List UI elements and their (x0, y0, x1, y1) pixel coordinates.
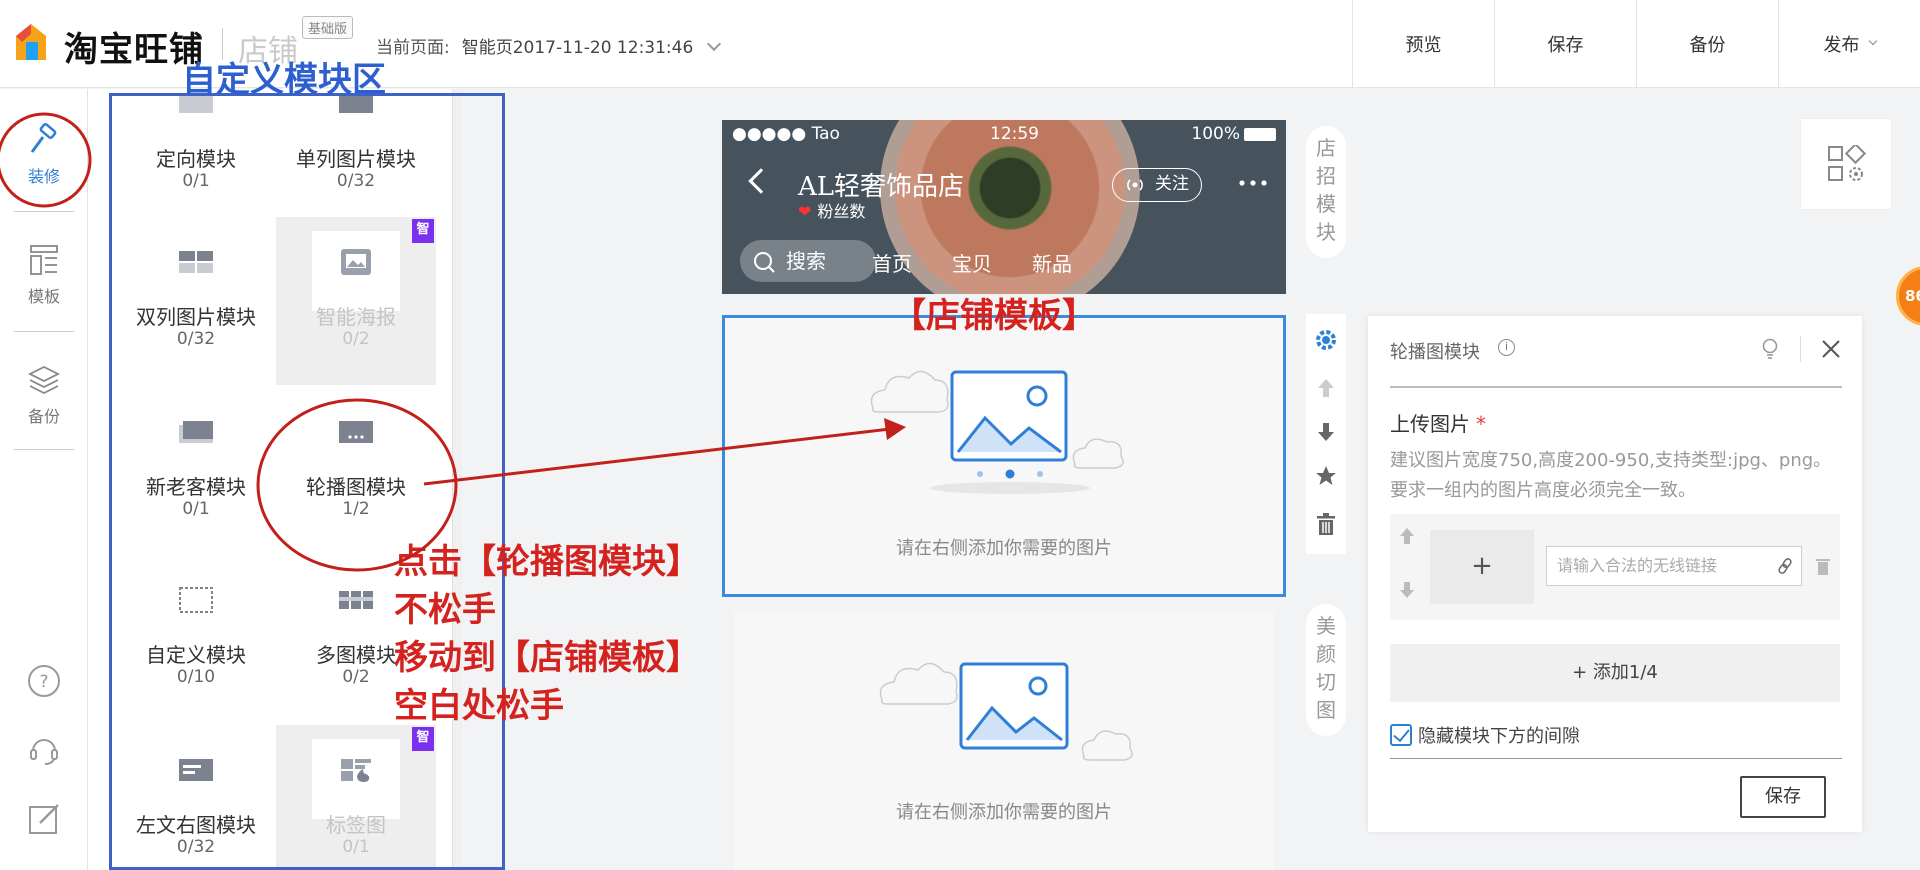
instruction-line: 点击【轮播图模块】 (394, 542, 700, 582)
edition-badge: 基础版 (302, 16, 354, 39)
custom-module-area-highlight (109, 93, 505, 870)
phone-tab-home[interactable]: 首页 (872, 248, 912, 277)
back-arrow-icon[interactable] (748, 168, 774, 194)
current-page-selector[interactable]: 当前页面: 智能页2017-11-20 12:31:46 (376, 33, 722, 58)
beauty-cut-tab[interactable]: 美颜切图 (1306, 604, 1346, 736)
broadcast-icon (1127, 179, 1143, 191)
rail-label-template: 模板 (27, 287, 60, 306)
carousel-settings-panel: 轮播图模块 i 上传图片 * 建议图片宽度750,高度200-950,支持类型:j… (1368, 316, 1862, 832)
image-placeholder-icon (870, 370, 1124, 494)
phone-status-bar: ●●●●● Tao 12:59 100% (732, 124, 1276, 146)
image-upload-row: + 请输入合法的无线链接 (1390, 514, 1840, 620)
template-icon (30, 245, 58, 275)
trash-icon[interactable] (1814, 556, 1832, 576)
panel-title: 轮播图模块 (1390, 342, 1480, 363)
star-icon[interactable] (1314, 464, 1338, 488)
custom-module-area-label: 自定义模块区 (182, 60, 386, 100)
top-actions: 预览 保存 备份 发布 (1352, 0, 1920, 88)
upload-image-label: 上传图片 * (1390, 412, 1486, 436)
upload-guidelines: 建议图片宽度750,高度200-950,支持类型:jpg、png。要求一组内的图… (1390, 450, 1832, 501)
instruction-line: 空白处松手 (394, 686, 564, 726)
svg-text:?: ? (39, 672, 48, 692)
rail-divider (14, 449, 74, 450)
panel-divider (1390, 758, 1842, 759)
add-image-button[interactable]: + (1430, 530, 1534, 604)
rail-item-decorate[interactable]: 装修 (0, 123, 88, 187)
carousel-slot[interactable]: 请在右侧添加你需要的图片 (734, 612, 1274, 870)
save-button[interactable]: 保存 (1494, 0, 1636, 88)
shop-banner-image (880, 120, 1140, 294)
hammer-icon (30, 123, 57, 153)
hide-gap-option[interactable]: 隐藏模块下方的间隙 (1390, 722, 1580, 748)
slot-hint: 请在右侧添加你需要的图片 (896, 538, 1112, 559)
rail-item-template[interactable]: 模板 (0, 243, 88, 307)
checkbox-checked-icon[interactable] (1390, 724, 1412, 746)
add-image-slot-button[interactable]: + 添加1/4 (1390, 644, 1840, 702)
floating-assistant-badge[interactable]: 86 (1896, 266, 1920, 326)
rail-item-backup[interactable]: 备份 (0, 363, 88, 427)
info-icon[interactable]: i (1498, 339, 1515, 356)
rail-divider (14, 211, 74, 212)
gear-icon[interactable] (1314, 328, 1338, 352)
grid-settings-icon (1828, 145, 1867, 181)
layers-icon (27, 365, 61, 395)
store-sign-preview[interactable]: ●●●●● Tao 12:59 100% AL轻奢饰品店 ❤ 粉丝数 关注 搜索 … (722, 120, 1286, 294)
publish-button[interactable]: 发布 (1778, 0, 1920, 88)
battery-icon (1244, 127, 1276, 141)
slot-hint: 请在右侧添加你需要的图片 (896, 802, 1112, 823)
store-template-label: 【店铺模板】 (892, 296, 1096, 336)
battery-indicator: 100% (1191, 124, 1276, 144)
more-icon[interactable] (1238, 180, 1268, 186)
drag-instructions: 点击【轮播图模块】 不松手 移动到【店铺模板】 空白处松手 (394, 538, 700, 730)
side-tab-label: 美颜切图 (1316, 614, 1336, 722)
side-tab-label: 店招模块 (1316, 136, 1336, 244)
backup-button[interactable]: 备份 (1636, 0, 1778, 88)
current-page-value: 智能页2017-11-20 12:31:46 (461, 38, 694, 58)
trash-icon[interactable] (1314, 512, 1338, 536)
chevron-down-icon (1868, 36, 1877, 46)
instruction-line: 移动到【店铺模板】 (394, 638, 700, 678)
headset-icon[interactable] (26, 731, 62, 767)
move-down-icon[interactable] (1314, 420, 1338, 444)
fans-count: ❤ 粉丝数 (798, 202, 866, 221)
panel-header-divider (1800, 336, 1801, 362)
chevron-down-icon[interactable] (707, 36, 722, 52)
phone-tab-new[interactable]: 新品 (1032, 248, 1072, 277)
wangpu-logo-icon (16, 24, 46, 60)
clock-label: 12:59 (990, 124, 1039, 144)
current-page-label: 当前页面: (376, 38, 450, 58)
store-sign-module-tab[interactable]: 店招模块 (1306, 126, 1346, 258)
image-placeholder-icon (879, 662, 1133, 761)
shop-search-bar[interactable]: 搜索 (740, 240, 876, 282)
move-up-icon[interactable] (1398, 526, 1416, 546)
panel-save-button[interactable]: 保存 (1740, 776, 1826, 818)
help-icon[interactable]: ? (26, 663, 62, 699)
instruction-line: 不松手 (394, 590, 496, 630)
lightbulb-icon[interactable] (1760, 338, 1780, 360)
phone-tab-items[interactable]: 宝贝 (952, 248, 992, 277)
rail-label-backup: 备份 (27, 407, 60, 426)
preview-button[interactable]: 预览 (1352, 0, 1494, 88)
left-rail: 装修 模板 备份 ? (0, 89, 88, 870)
heart-icon: ❤ (798, 202, 812, 221)
carousel-slot-active[interactable]: 请在右侧添加你需要的图片 (722, 315, 1286, 597)
move-up-icon[interactable] (1314, 376, 1338, 400)
move-down-icon[interactable] (1398, 580, 1416, 600)
required-mark: * (1476, 412, 1486, 436)
layout-settings-button[interactable] (1800, 118, 1892, 210)
module-toolbar (1306, 314, 1346, 554)
carrier-label: ●●●●● Tao (732, 124, 840, 144)
follow-button[interactable]: 关注 (1112, 168, 1202, 202)
search-icon (754, 252, 775, 273)
rail-label-decorate: 装修 (27, 167, 60, 186)
close-icon[interactable] (1820, 338, 1842, 360)
panel-divider (1390, 386, 1842, 388)
edit-icon[interactable] (26, 801, 62, 837)
wireless-link-input[interactable]: 请输入合法的无线链接 (1546, 546, 1802, 586)
link-icon[interactable] (1777, 558, 1793, 574)
rail-divider (14, 331, 74, 332)
